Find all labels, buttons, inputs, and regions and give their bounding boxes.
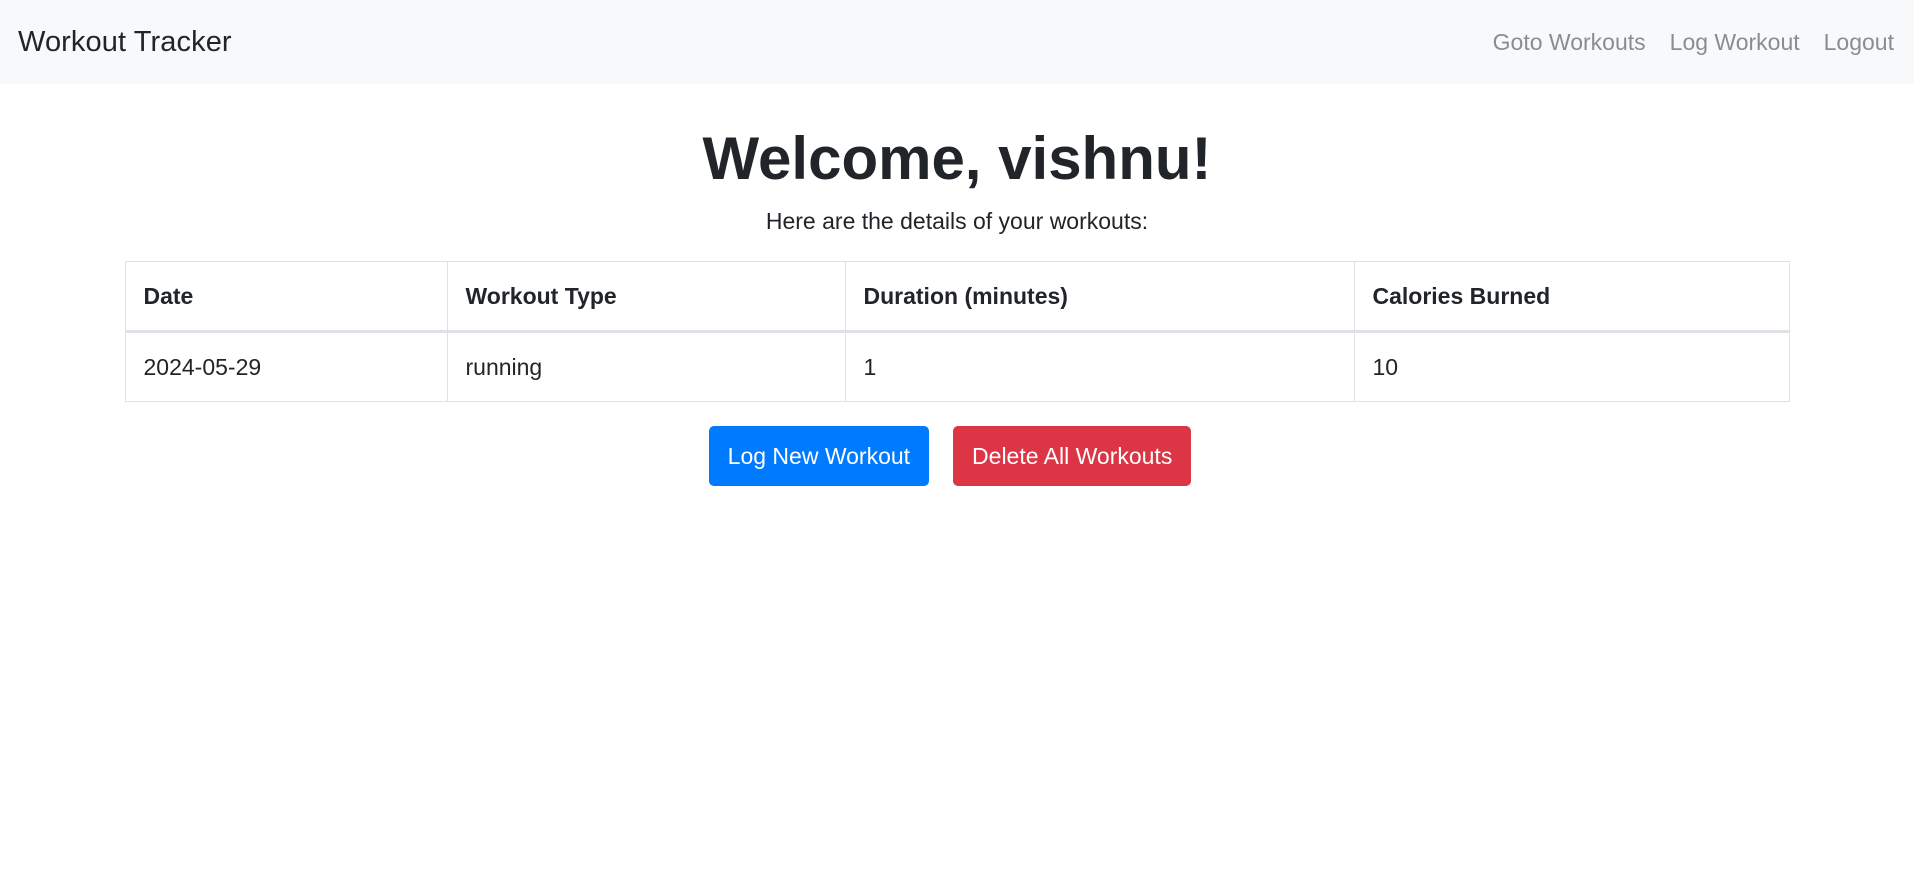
- navbar: Workout Tracker Goto Workouts Log Workou…: [0, 0, 1914, 84]
- nav-goto-workouts[interactable]: Goto Workouts: [1493, 29, 1646, 56]
- nav-links: Goto Workouts Log Workout Logout: [1493, 29, 1896, 56]
- workouts-table-wrapper: Date Workout Type Duration (minutes) Cal…: [124, 261, 1790, 402]
- header-duration: Duration (minutes): [844, 261, 1355, 333]
- page-title: Welcome, vishnu!: [702, 125, 1212, 192]
- workouts-table: Date Workout Type Duration (minutes) Cal…: [124, 261, 1790, 402]
- cell-calories: 10: [1353, 331, 1790, 402]
- cell-date: 2024-05-29: [124, 331, 448, 402]
- delete-all-workouts-button[interactable]: Delete All Workouts: [953, 426, 1192, 486]
- page-subtitle: Here are the details of your workouts:: [765, 208, 1149, 234]
- header-workout-type: Workout Type: [446, 261, 846, 333]
- header-date: Date: [124, 261, 448, 333]
- cell-duration: 1: [844, 331, 1355, 402]
- log-new-workout-button[interactable]: Log New Workout: [708, 426, 930, 486]
- main-content: Welcome, vishnu! Here are the details of…: [0, 126, 1914, 486]
- cell-workout-type: running: [446, 331, 846, 402]
- table-row: 2024-05-29 running 1 10: [124, 331, 1790, 402]
- nav-logout[interactable]: Logout: [1824, 29, 1894, 56]
- table-header-row: Date Workout Type Duration (minutes) Cal…: [124, 261, 1790, 333]
- header-calories: Calories Burned: [1353, 261, 1790, 333]
- nav-log-workout[interactable]: Log Workout: [1670, 29, 1800, 56]
- action-buttons: Log New Workout Delete All Workouts: [0, 426, 1914, 486]
- brand-link[interactable]: Workout Tracker: [18, 26, 232, 59]
